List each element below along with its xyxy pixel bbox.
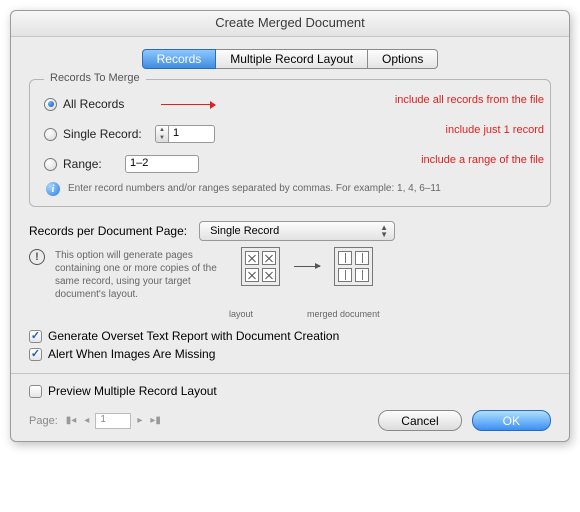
select-arrows-icon: ▲▼: [380, 224, 388, 238]
checkbox-preview-label: Preview Multiple Record Layout: [48, 384, 217, 398]
radio-all-records-label: All Records: [63, 97, 155, 111]
warning-icon: !: [29, 249, 45, 265]
page-prev-button[interactable]: ◂: [82, 415, 91, 426]
layout-diagram: [241, 247, 373, 286]
annotation-arrow-icon: [161, 104, 215, 105]
checkbox-alert-missing-images-label: Alert When Images Are Missing: [48, 347, 215, 361]
ok-button[interactable]: OK: [472, 410, 551, 431]
tab-bar: Records Multiple Record Layout Options: [29, 49, 551, 69]
diagram-arrow-icon: [294, 266, 320, 267]
info-icon: i: [46, 182, 60, 196]
records-per-page-value: Single Record: [210, 225, 279, 237]
tab-records[interactable]: Records: [142, 49, 217, 69]
annotation-single: include just 1 record: [446, 124, 544, 136]
checkbox-preview[interactable]: [29, 385, 42, 398]
diagram-merged-icon: [334, 247, 373, 286]
records-per-page-label: Records per Document Page:: [29, 224, 187, 238]
page-navigator: Page: ▮◂ ◂ 1 ▸ ▸▮: [29, 413, 163, 429]
page-last-button[interactable]: ▸▮: [148, 415, 163, 426]
radio-range[interactable]: [44, 158, 57, 171]
page-first-button[interactable]: ▮◂: [64, 415, 79, 426]
page-next-button[interactable]: ▸: [135, 415, 144, 426]
page-input[interactable]: 1: [95, 413, 131, 429]
radio-single-record[interactable]: [44, 128, 57, 141]
checkbox-overset-report-label: Generate Overset Text Report with Docume…: [48, 329, 339, 343]
diagram-label-layout: layout: [229, 309, 253, 319]
diagram-label-merged: merged document: [307, 309, 380, 319]
group-title: Records To Merge: [44, 72, 146, 84]
records-per-page-explain: This option will generate pages containi…: [55, 249, 225, 301]
tab-options[interactable]: Options: [367, 49, 438, 69]
dialog-title: Create Merged Document: [11, 11, 569, 37]
single-record-input[interactable]: 1: [169, 125, 215, 143]
dialog-window: Create Merged Document Records Multiple …: [10, 10, 570, 442]
single-record-stepper[interactable]: ▲▼: [155, 125, 169, 143]
records-per-page-select[interactable]: Single Record ▲▼: [199, 221, 395, 241]
info-text: Enter record numbers and/or ranges separ…: [68, 182, 441, 195]
checkbox-alert-missing-images[interactable]: [29, 348, 42, 361]
tab-multiple-record-layout[interactable]: Multiple Record Layout: [215, 49, 368, 69]
records-to-merge-group: Records To Merge All Records include all…: [29, 79, 551, 207]
radio-range-label: Range:: [63, 157, 115, 171]
annotation-all: include all records from the file: [395, 94, 544, 106]
annotation-range: include a range of the file: [421, 154, 544, 166]
cancel-button[interactable]: Cancel: [378, 410, 461, 431]
checkbox-overset-report[interactable]: [29, 330, 42, 343]
radio-all-records[interactable]: [44, 98, 57, 111]
radio-single-record-label: Single Record:: [63, 127, 155, 141]
diagram-layout-icon: [241, 247, 280, 286]
page-label: Page:: [29, 415, 58, 427]
range-input[interactable]: 1–2: [125, 155, 199, 173]
